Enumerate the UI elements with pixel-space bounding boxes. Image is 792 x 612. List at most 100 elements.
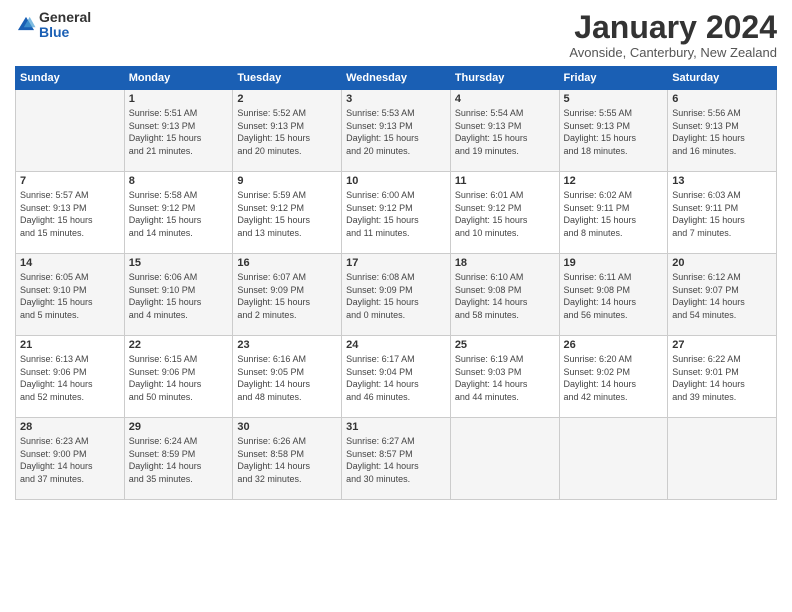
day-number: 30 (237, 421, 337, 433)
day-number: 21 (20, 339, 120, 351)
day-number: 29 (129, 421, 229, 433)
day-cell: 14 Sunrise: 6:05 AM Sunset: 9:10 PM Dayli… (16, 254, 125, 336)
day-number: 8 (129, 175, 229, 187)
day-cell: 19Sunrise: 6:11 AM Sunset: 9:08 PM Dayli… (559, 254, 668, 336)
day-number: 15 (129, 257, 229, 269)
day-number: 9 (237, 175, 337, 187)
day-cell (668, 418, 777, 500)
day-cell: 12 Sunrise: 6:02 AM Sunset: 9:11 PM Dayli… (559, 172, 668, 254)
header: General Blue January 2024 Avonside, Cant… (15, 10, 777, 60)
calendar-table: Sunday Monday Tuesday Wednesday Thursday… (15, 66, 777, 500)
day-info: Sunrise: 6:16 AM Sunset: 9:05 PM Dayligh… (237, 353, 337, 403)
day-cell: 9 Sunrise: 5:59 AM Sunset: 9:12 PM Daylig… (233, 172, 342, 254)
header-thursday: Thursday (450, 67, 559, 90)
day-info: Sunrise: 6:24 AM Sunset: 8:59 PM Dayligh… (129, 435, 229, 485)
day-cell: 24 Sunrise: 6:17 AM Sunset: 9:04 PM Dayli… (342, 336, 451, 418)
day-cell: 28Sunrise: 6:23 AM Sunset: 9:00 PM Dayli… (16, 418, 125, 500)
day-number: 3 (346, 93, 446, 105)
day-number: 10 (346, 175, 446, 187)
day-info: Sunrise: 6:03 AM Sunset: 9:11 PM Dayligh… (672, 189, 772, 239)
week-row-1: 1Sunrise: 5:51 AM Sunset: 9:13 PM Daylig… (16, 90, 777, 172)
day-cell: 3Sunrise: 5:53 AM Sunset: 9:13 PM Daylig… (342, 90, 451, 172)
calendar-body: 1Sunrise: 5:51 AM Sunset: 9:13 PM Daylig… (16, 90, 777, 500)
header-wednesday: Wednesday (342, 67, 451, 90)
day-cell (16, 90, 125, 172)
calendar-header: Sunday Monday Tuesday Wednesday Thursday… (16, 67, 777, 90)
day-cell: 21 Sunrise: 6:13 AM Sunset: 9:06 PM Dayli… (16, 336, 125, 418)
day-cell: 17 Sunrise: 6:08 AM Sunset: 9:09 PM Dayli… (342, 254, 451, 336)
day-number: 17 (346, 257, 446, 269)
day-info: Sunrise: 6:19 AM Sunset: 9:03 PM Dayligh… (455, 353, 555, 403)
day-cell: 4 Sunrise: 5:54 AM Sunset: 9:13 PM Daylig… (450, 90, 559, 172)
day-number: 16 (237, 257, 337, 269)
day-cell: 30Sunrise: 6:26 AM Sunset: 8:58 PM Dayli… (233, 418, 342, 500)
day-number: 20 (672, 257, 772, 269)
day-info: Sunrise: 5:56 AM Sunset: 9:13 PM Dayligh… (672, 107, 772, 157)
day-info: Sunrise: 5:55 AM Sunset: 9:13 PM Dayligh… (564, 107, 664, 157)
day-info: Sunrise: 6:13 AM Sunset: 9:06 PM Dayligh… (20, 353, 120, 403)
day-cell: 5Sunrise: 5:55 AM Sunset: 9:13 PM Daylig… (559, 90, 668, 172)
day-number: 4 (455, 93, 555, 105)
day-number: 1 (129, 93, 229, 105)
day-info: Sunrise: 5:59 AM Sunset: 9:12 PM Dayligh… (237, 189, 337, 239)
day-number: 12 (564, 175, 664, 187)
day-cell: 1Sunrise: 5:51 AM Sunset: 9:13 PM Daylig… (124, 90, 233, 172)
day-cell: 11 Sunrise: 6:01 AM Sunset: 9:12 PM Dayli… (450, 172, 559, 254)
day-cell: 2Sunrise: 5:52 AM Sunset: 9:13 PM Daylig… (233, 90, 342, 172)
day-info: Sunrise: 6:02 AM Sunset: 9:11 PM Dayligh… (564, 189, 664, 239)
day-number: 24 (346, 339, 446, 351)
day-number: 31 (346, 421, 446, 433)
logo-text: General Blue (39, 10, 91, 41)
header-sunday: Sunday (16, 67, 125, 90)
day-number: 25 (455, 339, 555, 351)
calendar-page: General Blue January 2024 Avonside, Cant… (0, 0, 792, 612)
day-number: 14 (20, 257, 120, 269)
header-tuesday: Tuesday (233, 67, 342, 90)
logo: General Blue (15, 10, 91, 41)
day-cell: 25 Sunrise: 6:19 AM Sunset: 9:03 PM Dayli… (450, 336, 559, 418)
day-cell: 16 Sunrise: 6:07 AM Sunset: 9:09 PM Dayli… (233, 254, 342, 336)
day-cell: 10Sunrise: 6:00 AM Sunset: 9:12 PM Dayli… (342, 172, 451, 254)
day-cell: 27 Sunrise: 6:22 AM Sunset: 9:01 PM Dayli… (668, 336, 777, 418)
day-info: Sunrise: 6:07 AM Sunset: 9:09 PM Dayligh… (237, 271, 337, 321)
day-cell: 15 Sunrise: 6:06 AM Sunset: 9:10 PM Dayli… (124, 254, 233, 336)
day-cell: 8 Sunrise: 5:58 AM Sunset: 9:12 PM Daylig… (124, 172, 233, 254)
day-info: Sunrise: 6:17 AM Sunset: 9:04 PM Dayligh… (346, 353, 446, 403)
logo-general: General (39, 10, 91, 25)
day-cell: 6Sunrise: 5:56 AM Sunset: 9:13 PM Daylig… (668, 90, 777, 172)
day-info: Sunrise: 6:20 AM Sunset: 9:02 PM Dayligh… (564, 353, 664, 403)
day-info: Sunrise: 6:15 AM Sunset: 9:06 PM Dayligh… (129, 353, 229, 403)
day-number: 28 (20, 421, 120, 433)
day-info: Sunrise: 6:08 AM Sunset: 9:09 PM Dayligh… (346, 271, 446, 321)
month-title: January 2024 (569, 10, 777, 45)
day-info: Sunrise: 5:58 AM Sunset: 9:12 PM Dayligh… (129, 189, 229, 239)
week-row-2: 7Sunrise: 5:57 AM Sunset: 9:13 PM Daylig… (16, 172, 777, 254)
day-info: Sunrise: 6:27 AM Sunset: 8:57 PM Dayligh… (346, 435, 446, 485)
day-number: 7 (20, 175, 120, 187)
header-monday: Monday (124, 67, 233, 90)
day-cell: 22 Sunrise: 6:15 AM Sunset: 9:06 PM Dayli… (124, 336, 233, 418)
day-number: 18 (455, 257, 555, 269)
week-row-5: 28Sunrise: 6:23 AM Sunset: 9:00 PM Dayli… (16, 418, 777, 500)
day-cell: 31 Sunrise: 6:27 AM Sunset: 8:57 PM Dayli… (342, 418, 451, 500)
day-info: Sunrise: 6:06 AM Sunset: 9:10 PM Dayligh… (129, 271, 229, 321)
day-cell: 13Sunrise: 6:03 AM Sunset: 9:11 PM Dayli… (668, 172, 777, 254)
day-cell: 26 Sunrise: 6:20 AM Sunset: 9:02 PM Dayli… (559, 336, 668, 418)
day-number: 27 (672, 339, 772, 351)
day-info: Sunrise: 6:01 AM Sunset: 9:12 PM Dayligh… (455, 189, 555, 239)
day-info: Sunrise: 5:54 AM Sunset: 9:13 PM Dayligh… (455, 107, 555, 157)
day-number: 22 (129, 339, 229, 351)
day-info: Sunrise: 6:05 AM Sunset: 9:10 PM Dayligh… (20, 271, 120, 321)
day-cell: 23 Sunrise: 6:16 AM Sunset: 9:05 PM Dayli… (233, 336, 342, 418)
day-cell (559, 418, 668, 500)
day-info: Sunrise: 6:22 AM Sunset: 9:01 PM Dayligh… (672, 353, 772, 403)
day-number: 11 (455, 175, 555, 187)
title-block: January 2024 Avonside, Canterbury, New Z… (569, 10, 777, 60)
day-info: Sunrise: 6:10 AM Sunset: 9:08 PM Dayligh… (455, 271, 555, 321)
day-cell: 29 Sunrise: 6:24 AM Sunset: 8:59 PM Dayli… (124, 418, 233, 500)
week-row-3: 14 Sunrise: 6:05 AM Sunset: 9:10 PM Dayli… (16, 254, 777, 336)
day-number: 2 (237, 93, 337, 105)
day-number: 23 (237, 339, 337, 351)
day-cell: 20Sunrise: 6:12 AM Sunset: 9:07 PM Dayli… (668, 254, 777, 336)
day-number: 26 (564, 339, 664, 351)
